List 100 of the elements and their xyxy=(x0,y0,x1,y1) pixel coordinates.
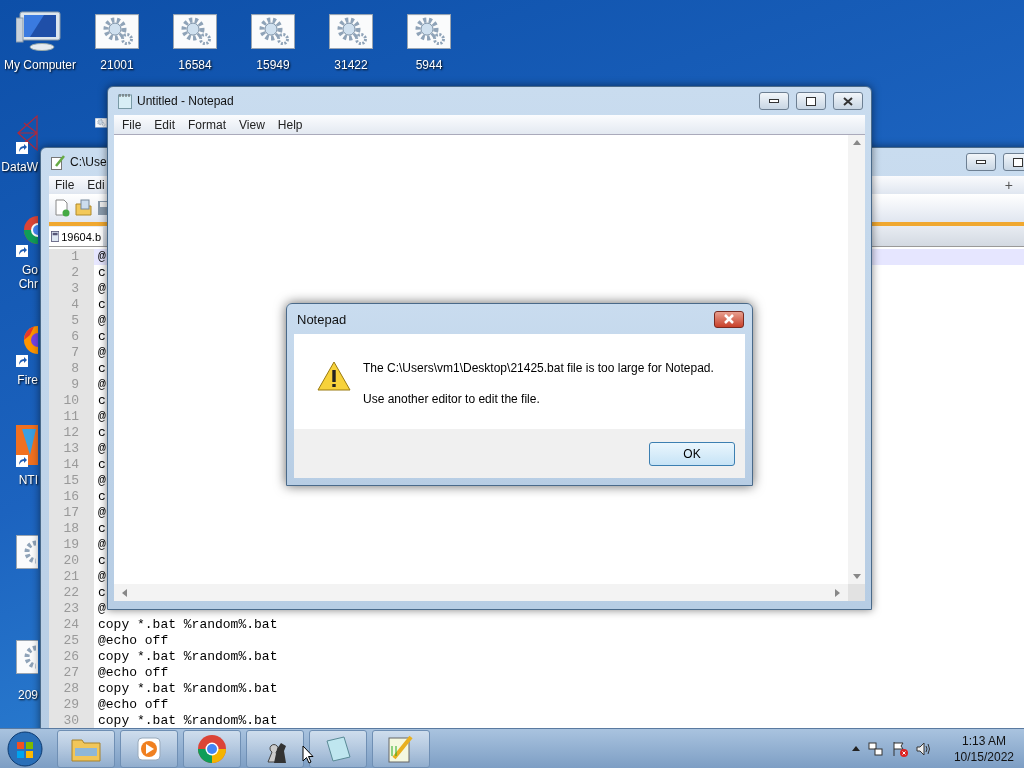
code-line: @ xyxy=(97,537,106,553)
icon-label: 209 xyxy=(17,688,38,702)
menu-item[interactable]: Format xyxy=(188,117,227,132)
maximize-icon xyxy=(1013,157,1023,167)
minimize-icon xyxy=(769,99,779,103)
new-file-icon[interactable] xyxy=(53,199,71,217)
line-number: 15 xyxy=(49,473,94,489)
show-hidden-icons-arrow[interactable] xyxy=(851,746,860,751)
maximize-icon xyxy=(806,96,816,106)
icon-label: Fire xyxy=(17,373,38,387)
code-line: @ xyxy=(97,249,106,265)
minimize-button[interactable] xyxy=(966,153,996,171)
icon-label: DataW xyxy=(1,160,38,174)
flag-error-icon[interactable] xyxy=(891,740,908,757)
icon-label: NTI xyxy=(18,473,38,487)
gear-file-icon[interactable] xyxy=(95,118,107,128)
icon-label: 16584 xyxy=(177,58,213,72)
taskbar-button[interactable] xyxy=(246,729,304,768)
icon-label: Chr xyxy=(18,277,38,291)
scroll-right-icon[interactable] xyxy=(835,588,840,597)
code-line: c xyxy=(97,457,106,473)
open-folder-icon[interactable] xyxy=(75,199,93,217)
line-number: 29 xyxy=(49,697,94,713)
gear-file-icon[interactable] xyxy=(95,14,139,50)
gear-file-icon[interactable] xyxy=(173,14,217,50)
icon-label: Go xyxy=(22,263,38,277)
line-number: 30 xyxy=(49,713,94,729)
menu-item[interactable]: Help xyxy=(277,117,303,132)
dialog-title: Notepad xyxy=(297,311,347,327)
code-line: @ xyxy=(97,441,106,457)
code-line: c xyxy=(97,425,106,441)
gear-file-icon[interactable] xyxy=(251,14,295,50)
icon-label: 5944 xyxy=(414,58,444,72)
line-number: 7 xyxy=(49,345,94,361)
code-line: @ xyxy=(97,473,106,489)
gear-file-icon[interactable] xyxy=(329,14,373,50)
code-line: c xyxy=(97,521,106,537)
minimize-icon xyxy=(976,160,986,164)
maximize-button[interactable] xyxy=(796,92,826,110)
maximize-button[interactable] xyxy=(1003,153,1024,171)
browser-icon xyxy=(197,733,227,764)
line-number: 17 xyxy=(49,505,94,521)
menu-item[interactable]: File xyxy=(55,178,75,192)
size-grip[interactable] xyxy=(848,584,865,601)
close-icon xyxy=(723,314,735,324)
line-number: 25 xyxy=(49,633,94,649)
line-number: 23 xyxy=(49,601,94,617)
line-number: 2 xyxy=(49,265,94,281)
pencil-document-icon xyxy=(387,733,415,764)
menu-item[interactable]: Edit xyxy=(154,117,176,132)
computer-icon[interactable] xyxy=(16,10,62,52)
icon-label: 31422 xyxy=(333,58,369,72)
code-line: @ xyxy=(97,409,106,425)
line-number: 28 xyxy=(49,681,94,697)
file-tab[interactable]: 19604.b xyxy=(49,227,103,246)
network-icon[interactable] xyxy=(867,740,884,757)
gear-file-icon[interactable] xyxy=(407,14,451,50)
code-line: copy *.bat %random%.bat xyxy=(97,649,278,665)
line-number: 22 xyxy=(49,585,94,601)
warning-icon xyxy=(317,361,351,391)
speaker-icon[interactable] xyxy=(915,740,932,757)
close-button[interactable] xyxy=(833,92,863,110)
play-icon xyxy=(136,735,162,762)
scroll-down-icon[interactable] xyxy=(852,574,861,579)
code-line: c xyxy=(97,361,106,377)
menu-item[interactable]: Edi xyxy=(87,178,105,192)
line-number: 11 xyxy=(49,409,94,425)
network-graph-icon[interactable] xyxy=(16,114,38,152)
window-title: Untitled - Notepad xyxy=(137,94,234,108)
icon-label: My Computer xyxy=(3,58,77,72)
notepad-icon xyxy=(118,93,132,109)
file-icon xyxy=(51,230,60,243)
line-number: 1 xyxy=(49,249,94,265)
line-number: 16 xyxy=(49,489,94,505)
scroll-left-icon[interactable] xyxy=(122,588,127,597)
code-line: @ xyxy=(97,505,106,521)
code-line: @echo off xyxy=(97,665,169,681)
code-line: c xyxy=(97,329,106,345)
menu-item[interactable]: View xyxy=(239,117,265,132)
close-button[interactable] xyxy=(714,310,744,328)
line-number: 26 xyxy=(49,649,94,665)
close-icon xyxy=(843,96,853,106)
line-number: 10 xyxy=(49,393,94,409)
window-title: C:\Use xyxy=(70,155,107,169)
code-line: copy *.bat %random%.bat xyxy=(97,681,278,697)
scroll-up-icon[interactable] xyxy=(852,140,861,145)
line-number: 20 xyxy=(49,553,94,569)
code-line: @ xyxy=(97,313,106,329)
plus-label[interactable]: + xyxy=(1004,177,1024,193)
minimize-button[interactable] xyxy=(759,92,789,110)
clock-time[interactable]: 1:13 AM xyxy=(961,732,1006,749)
code-line: @ xyxy=(97,601,106,617)
mouse-cursor-icon xyxy=(302,745,314,764)
line-number: 4 xyxy=(49,297,94,313)
code-line: c xyxy=(97,553,106,569)
clock-date[interactable]: 10/15/2022 xyxy=(953,748,1014,765)
line-number: 3 xyxy=(49,281,94,297)
menu-item[interactable]: File xyxy=(122,117,142,132)
code-line: @ xyxy=(97,377,106,393)
ok-button[interactable]: OK xyxy=(649,441,735,466)
